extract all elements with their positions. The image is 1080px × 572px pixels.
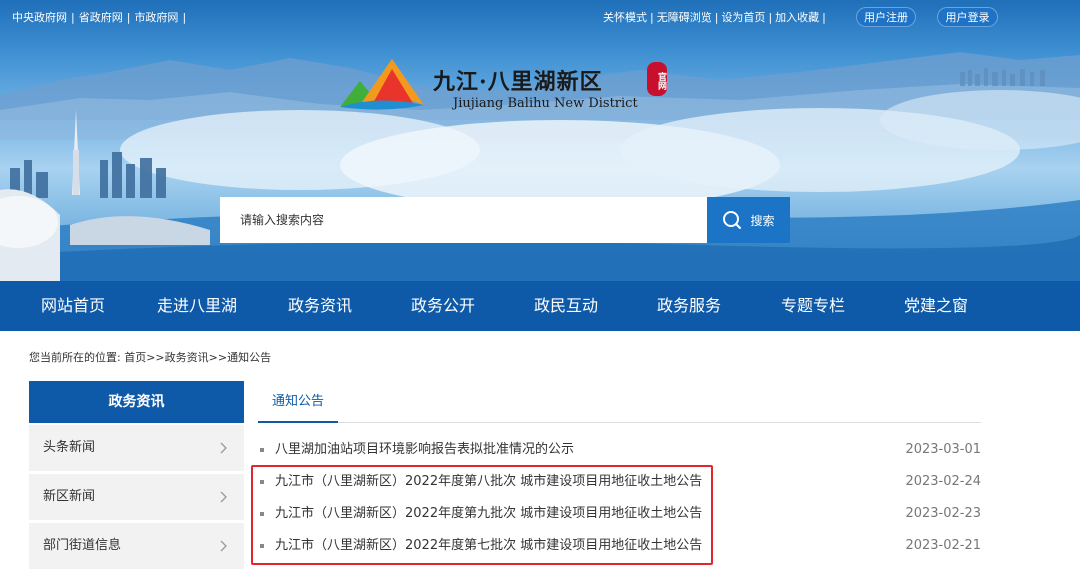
list-item-title[interactable]: 九江市（八里湖新区）2022年度第八批次 城市建设项目用地征收土地公告 — [275, 470, 702, 494]
gov-links: 中央政府网 | 省政府网 | 市政府网 | — [12, 11, 187, 24]
tab-active-indicator — [258, 421, 338, 423]
link-set-homepage[interactable]: 设为首页 — [721, 11, 765, 24]
nav-item-interaction[interactable]: 政民互动 — [534, 281, 598, 331]
search-icon — [723, 211, 742, 229]
link-accessibility[interactable]: 无障碍浏览 — [657, 11, 712, 24]
link-care-mode[interactable]: 关怀模式 — [603, 11, 647, 24]
link-central-gov[interactable]: 中央政府网 — [12, 11, 67, 24]
list-item[interactable]: 八里湖加油站项目环境影响报告表拟批准情况的公示 2023-03-01 — [258, 438, 981, 462]
list-item[interactable]: 九江市（八里湖新区）2022年度第八批次 城市建设项目用地征收土地公告 2023… — [258, 470, 981, 494]
list-item[interactable]: 九江市（八里湖新区）2022年度第七批次 城市建设项目用地征收土地公告 2023… — [258, 534, 981, 558]
tab-divider — [258, 422, 981, 423]
nav-item-disclosure[interactable]: 政务公开 — [411, 281, 475, 331]
list-item-date: 2023-02-21 — [905, 538, 981, 553]
main-nav: 网站首页 走进八里湖 政务资讯 政务公开 政民互动 政务服务 专题专栏 党建之窗 — [0, 281, 1080, 331]
bullet-icon — [260, 512, 264, 516]
bullet-icon — [260, 480, 264, 484]
link-add-favorite[interactable]: 加入收藏 — [775, 11, 819, 24]
bullet-icon — [260, 448, 264, 452]
search-input[interactable] — [220, 197, 707, 243]
nav-item-news[interactable]: 政务资讯 — [288, 281, 352, 331]
sidebar-item-department-info[interactable]: 部门街道信息 — [29, 523, 244, 569]
search-button-label: 搜索 — [750, 213, 775, 228]
list-item-title[interactable]: 九江市（八里湖新区）2022年度第七批次 城市建设项目用地征收土地公告 — [275, 534, 702, 558]
nav-item-party[interactable]: 党建之窗 — [904, 281, 968, 331]
sidebar-item-headlines[interactable]: 头条新闻 — [29, 425, 244, 471]
official-seal-badge: 官网 — [647, 62, 667, 96]
nav-item-about[interactable]: 走进八里湖 — [157, 281, 237, 331]
list-item-title[interactable]: 九江市（八里湖新区）2022年度第九批次 城市建设项目用地征收土地公告 — [275, 502, 702, 526]
site-title-cn: 九江·八里湖新区 — [433, 69, 603, 95]
list-item-date: 2023-03-01 — [905, 442, 981, 457]
nav-item-services[interactable]: 政务服务 — [657, 281, 721, 331]
nav-item-home[interactable]: 网站首页 — [41, 281, 105, 331]
breadcrumb: 您当前所在的位置: 首页>>政务资讯>>通知公告 — [29, 351, 272, 364]
list-item-date: 2023-02-23 — [905, 506, 981, 521]
sidebar-item-district-news[interactable]: 新区新闻 — [29, 474, 244, 520]
list-item-date: 2023-02-24 — [905, 474, 981, 489]
chevron-right-icon — [220, 491, 227, 503]
login-button[interactable]: 用户登录 — [937, 7, 998, 27]
site-title-en: Jiujiang Balihu New District — [453, 96, 638, 111]
sidebar-item-label: 头条新闻 — [43, 440, 96, 455]
nav-item-topics[interactable]: 专题专栏 — [781, 281, 845, 331]
bullet-icon — [260, 544, 264, 548]
register-button[interactable]: 用户注册 — [856, 7, 916, 27]
header-banner: 中央政府网 | 省政府网 | 市政府网 | 关怀模式 | 无障碍浏览 | 设为首页 | 加入收藏 | 用… — [0, 0, 1080, 281]
list-item-title[interactable]: 八里湖加油站项目环境影响报告表拟批准情况的公示 — [275, 438, 574, 462]
chevron-right-icon — [220, 442, 227, 454]
sidebar-title: 政务资讯 — [29, 381, 244, 423]
search-button[interactable]: 搜索 — [707, 197, 790, 243]
sidebar-item-label: 新区新闻 — [43, 489, 96, 504]
tab-notices[interactable]: 通知公告 — [258, 381, 338, 423]
list-item[interactable]: 九江市（八里湖新区）2022年度第九批次 城市建设项目用地征收土地公告 2023… — [258, 502, 981, 526]
chevron-right-icon — [220, 540, 227, 552]
utility-links: 关怀模式 | 无障碍浏览 | 设为首页 | 加入收藏 | — [603, 11, 826, 24]
link-city-gov[interactable]: 市政府网 — [134, 11, 178, 24]
district-logo-icon — [340, 59, 424, 110]
link-province-gov[interactable]: 省政府网 — [79, 11, 123, 24]
sidebar-item-label: 部门街道信息 — [43, 538, 122, 553]
